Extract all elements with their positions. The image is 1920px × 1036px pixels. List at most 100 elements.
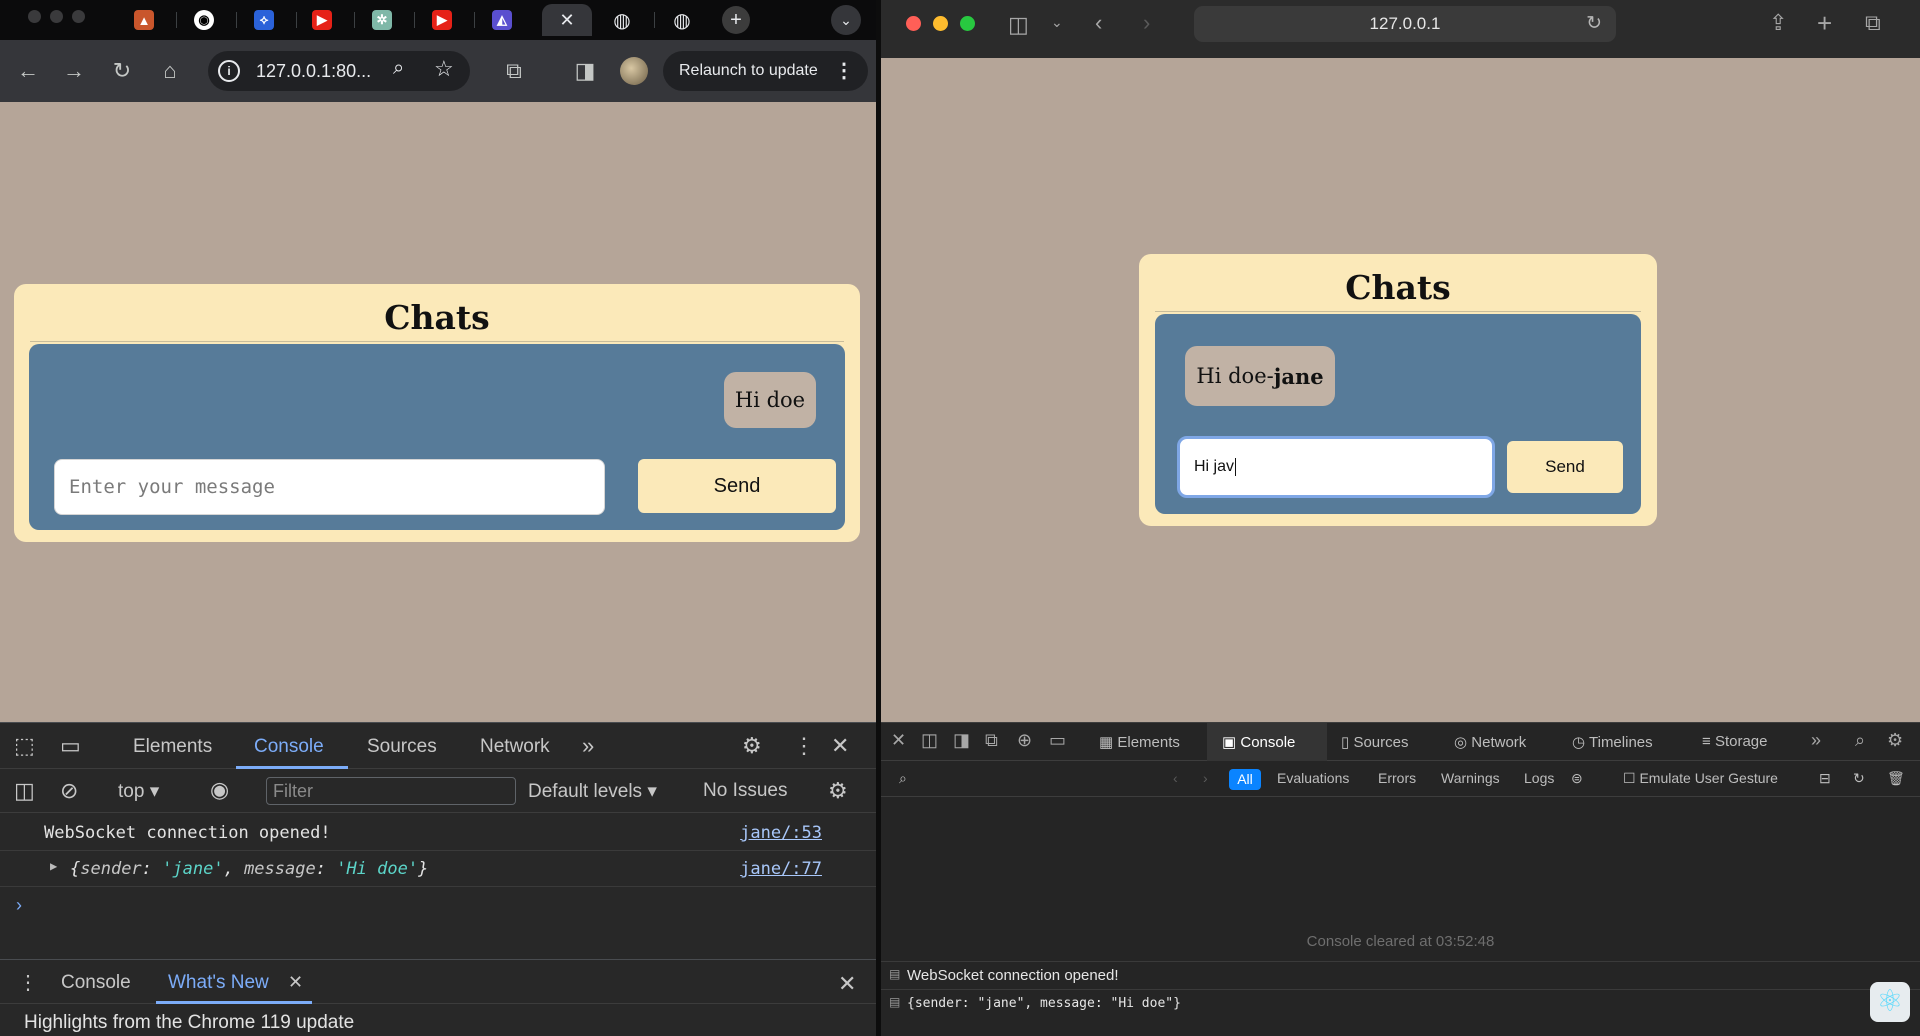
filter-errors[interactable]: Errors [1378,770,1416,786]
preserve-log-icon[interactable]: ⊟ [1819,770,1831,787]
console-prompt-icon[interactable]: › [16,895,22,916]
close-inspector-icon[interactable]: ✕ [891,730,906,751]
clear-console-icon[interactable]: ⊘ [60,778,78,804]
reload-icon[interactable]: ↻ [1586,6,1602,42]
chevron-down-icon[interactable]: ⌄ [1051,14,1063,31]
devtools-tab-console[interactable]: Console [254,736,324,758]
devtools-tab-sources[interactable]: Sources [367,736,437,758]
live-expression-eye-icon[interactable]: ◉ [210,777,229,803]
window-minimize-button[interactable] [933,16,948,31]
window-zoom-button[interactable] [72,10,85,23]
send-button[interactable]: Send [638,459,836,513]
search-icon[interactable]: ⌕ [899,770,907,787]
close-tab-icon[interactable]: ✕ [288,972,303,993]
back-icon[interactable]: ← [12,55,44,87]
bookmark-star-icon[interactable]: ☆ [434,56,454,82]
inspector-tab-sources[interactable]: ▯ Sources [1341,733,1408,751]
emulate-user-gesture-checkbox[interactable]: ☐ Emulate User Gesture [1623,770,1778,787]
context-select[interactable]: top ▾ [118,780,159,803]
inspector-tab-elements[interactable]: ▦ Elements [1099,733,1180,751]
window-close-button[interactable] [28,10,41,23]
inspector-tab-network[interactable]: ◎ Network [1454,733,1526,751]
close-drawer-icon[interactable]: ✕ [838,971,856,997]
filter-all[interactable]: All [1229,769,1261,790]
more-tabs-icon[interactable]: » [582,733,594,759]
tab-overview-icon[interactable]: ⧉ [1865,10,1881,36]
home-icon[interactable]: ⌂ [154,55,186,87]
tab-4[interactable]: ▶ [296,4,348,36]
message-input[interactable]: Hi jav [1177,436,1495,498]
next-icon[interactable]: › [1203,770,1208,786]
device-icon[interactable]: ▭ [1049,730,1066,751]
gear-icon[interactable]: ⚙ [742,733,762,759]
tab-active[interactable]: ✕ [542,4,592,36]
device-toolbar-icon[interactable]: ▭ [60,733,81,759]
side-panel-icon[interactable]: ◨ [569,55,601,87]
devtools-tab-network[interactable]: Network [480,736,550,758]
tab-6[interactable]: ▶ [416,4,468,36]
menu-dots-icon[interactable]: ⋮ [834,51,854,91]
console-source-link[interactable]: jane/:77 [740,859,822,879]
react-devtools-icon[interactable]: ⚛ [1870,982,1910,1022]
drawer-tab-whats-new[interactable]: What's New [168,972,269,994]
window-minimize-button[interactable] [50,10,63,23]
tab-7[interactable]: ◭ [476,4,528,36]
inspector-tab-storage[interactable]: ≡ Storage [1702,733,1767,750]
issues-counter[interactable]: No Issues [703,780,787,802]
more-tabs-icon[interactable]: » [1811,730,1821,751]
address-bar[interactable]: i 127.0.0.1:80... ⌕ ☆ [208,51,470,91]
drawer-menu-icon[interactable]: ⋮ [18,970,38,995]
close-icon[interactable]: ✕ [559,10,574,31]
previous-icon[interactable]: ‹ [1173,770,1178,786]
log-levels-select[interactable]: Default levels ▾ [528,780,657,803]
dock-side-icon[interactable]: ◨ [953,730,970,751]
console-source-link[interactable]: jane/:53 [740,823,822,843]
relaunch-button[interactable]: Relaunch to update ⋮ [663,51,868,91]
sidebar-toggle-icon[interactable]: ◫ [14,778,35,804]
share-icon[interactable]: ⇪ [1769,10,1787,36]
new-tab-icon[interactable]: + [1817,8,1832,39]
trash-icon[interactable]: 🗑 [1887,770,1905,787]
back-icon[interactable]: ‹ [1095,10,1102,36]
inspect-element-icon[interactable]: ⬚ [14,733,35,759]
window-close-button[interactable] [906,16,921,31]
tab-10[interactable]: ◍ [656,4,708,36]
tab-1[interactable]: ▲ [118,4,170,36]
window-zoom-button[interactable] [960,16,975,31]
filter-warnings[interactable]: Warnings [1441,770,1500,786]
forward-icon[interactable]: → [58,55,90,87]
tab-search-button[interactable]: ⌄ [824,4,868,36]
devtools-tab-elements[interactable]: Elements [133,736,212,758]
send-button[interactable]: Send [1507,441,1623,493]
new-tab-button[interactable]: + [714,4,758,36]
extensions-icon[interactable]: ⧉ [498,55,530,87]
address-bar[interactable]: 127.0.0.1 ↻ [1194,6,1616,42]
drawer-tab-console[interactable]: Console [61,972,131,994]
dock-bottom-icon[interactable]: ◫ [921,730,938,751]
inspector-tab-timelines[interactable]: ◷ Timelines [1572,733,1653,751]
site-info-icon[interactable]: i [218,60,240,82]
tab-9[interactable]: ◍ [596,4,648,36]
console-settings-gear-icon[interactable]: ⚙ [828,778,848,804]
close-devtools-icon[interactable]: ✕ [831,733,849,759]
filter-evaluations[interactable]: Evaluations [1277,770,1349,786]
tab-3[interactable]: ⟡ [238,4,290,36]
reload-icon[interactable]: ↻ [106,55,138,87]
crosshair-icon[interactable]: ⊕ [1017,730,1032,751]
menu-dots-icon[interactable]: ⋮ [793,733,815,759]
forward-icon[interactable]: › [1143,10,1150,36]
tab-2[interactable]: ◉ [178,4,230,36]
filter-logs[interactable]: Logs [1524,770,1554,786]
profile-avatar[interactable] [620,57,648,85]
detach-icon[interactable]: ⧉ [985,730,998,751]
gear-icon[interactable]: ⚙ [1887,730,1903,751]
reload-icon[interactable]: ↻ [1853,770,1865,787]
filter-options-icon[interactable]: ⊜ [1571,770,1583,787]
inspector-tab-console[interactable]: ▣ Console [1222,733,1295,751]
zoom-icon[interactable]: ⌕ [393,57,404,80]
tab-5[interactable]: ✲ [356,4,408,36]
sidebar-icon[interactable]: ◫ [1008,12,1029,38]
message-input[interactable]: Enter your message [54,459,605,515]
console-filter-input[interactable]: Filter [266,777,516,805]
search-icon[interactable]: ⌕ [1855,730,1865,751]
